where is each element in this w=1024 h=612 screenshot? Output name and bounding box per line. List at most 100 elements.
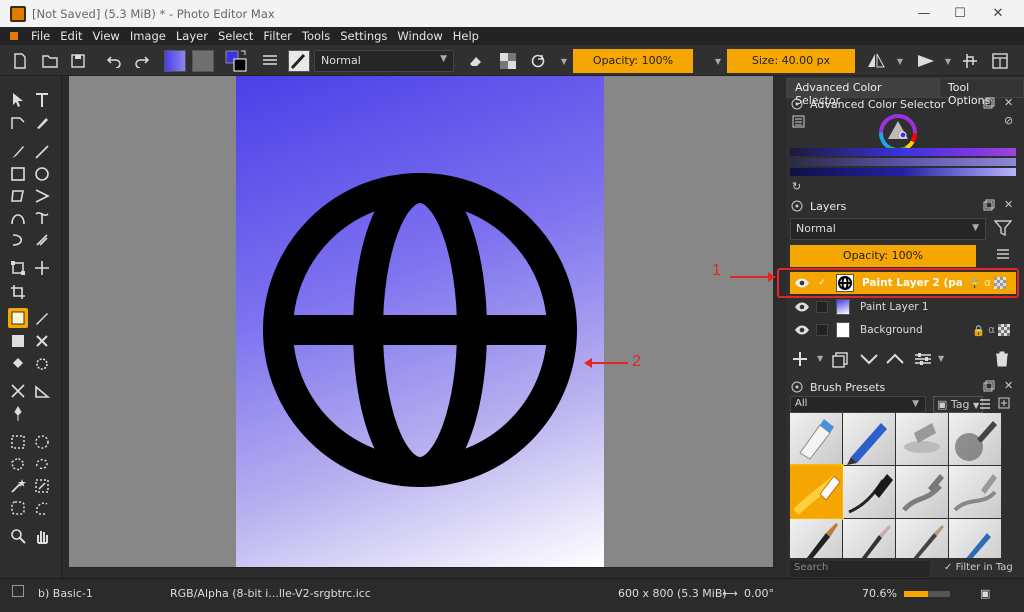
alpha-channel-icon[interactable]: α bbox=[988, 324, 995, 336]
color-reset-icon[interactable]: ⊘ bbox=[1004, 114, 1013, 127]
mirror-h-dropdown-icon[interactable]: ▼ bbox=[890, 51, 910, 71]
polygonal-selection-tool-icon[interactable] bbox=[8, 454, 28, 474]
brush-tool-icon[interactable] bbox=[8, 142, 28, 162]
brush-preset-flat-brush[interactable] bbox=[949, 519, 1001, 558]
similar-color-selection-tool-icon[interactable] bbox=[32, 476, 52, 496]
tab-advanced-color-selector[interactable]: Advanced Color Selector bbox=[786, 78, 939, 107]
calligraphy-tool-icon[interactable] bbox=[32, 113, 52, 133]
color-refresh-icon[interactable]: ↻ bbox=[792, 180, 801, 193]
saturation-bar[interactable] bbox=[790, 158, 1016, 166]
brush-preset-fine-brush[interactable] bbox=[843, 519, 895, 558]
brush-add-icon[interactable] bbox=[998, 397, 1010, 409]
color-panel-close-icon[interactable]: ✕ bbox=[1004, 96, 1013, 109]
edit-shapes-tool-icon[interactable] bbox=[8, 113, 28, 133]
measure-tool-icon[interactable] bbox=[32, 381, 52, 401]
transform-tool-icon[interactable] bbox=[8, 258, 28, 278]
layer-properties-dropdown-icon[interactable]: ▼ bbox=[938, 354, 944, 363]
mirror-horizontal-icon[interactable] bbox=[866, 51, 886, 71]
freehand-selection-tool-icon[interactable] bbox=[32, 454, 52, 474]
layer-checkbox[interactable] bbox=[816, 301, 828, 313]
layer-menu-icon[interactable] bbox=[996, 248, 1010, 260]
alpha-lock-icon[interactable] bbox=[498, 51, 518, 71]
menu-layer[interactable]: Layer bbox=[171, 29, 213, 43]
brush-preset-detail-brush[interactable] bbox=[896, 519, 948, 558]
brush-preset-pencil-blue[interactable] bbox=[843, 413, 895, 465]
enclose-fill-tool-icon[interactable] bbox=[32, 354, 52, 374]
maximize-icon[interactable]: ☐ bbox=[940, 0, 980, 27]
brush-panel-float-icon[interactable] bbox=[983, 380, 995, 392]
line-tool-icon[interactable] bbox=[32, 142, 52, 162]
rectangular-selection-tool-icon[interactable] bbox=[8, 432, 28, 452]
fill-tool-icon[interactable] bbox=[8, 354, 28, 374]
text-tool-icon[interactable] bbox=[32, 90, 52, 110]
pan-tool-icon[interactable] bbox=[32, 526, 52, 546]
canvas-only-icon[interactable]: ▣ bbox=[980, 587, 990, 600]
smart-patch-tool-icon[interactable] bbox=[32, 331, 52, 351]
brush-preset-icon[interactable] bbox=[288, 50, 310, 72]
brush-list-view-icon[interactable] bbox=[979, 398, 991, 410]
menu-edit[interactable]: Edit bbox=[55, 29, 87, 43]
brush-preview-icon[interactable] bbox=[12, 585, 24, 597]
save-icon[interactable] bbox=[68, 51, 88, 71]
layer-properties-icon[interactable] bbox=[914, 352, 932, 366]
fg-bg-color-icon[interactable] bbox=[224, 49, 250, 73]
layer-row-paint-layer-1[interactable]: Paint Layer 1 bbox=[790, 296, 1016, 318]
color-settings-icon[interactable] bbox=[792, 115, 805, 128]
tag-button[interactable]: ▣ Tag ▼ bbox=[933, 396, 984, 413]
ellipse-tool-icon[interactable] bbox=[32, 164, 52, 184]
rectangle-tool-icon[interactable] bbox=[8, 164, 28, 184]
menu-file[interactable]: File bbox=[26, 29, 55, 43]
move-tool-icon[interactable] bbox=[32, 258, 52, 278]
opacity-slider[interactable]: Opacity: 100% bbox=[573, 49, 693, 73]
color-panel-lock-icon[interactable] bbox=[791, 98, 803, 110]
add-layer-icon[interactable] bbox=[792, 351, 808, 367]
polygon-tool-icon[interactable] bbox=[8, 186, 28, 206]
menu-image[interactable]: Image bbox=[125, 29, 171, 43]
tab-tool-options[interactable]: Tool Options bbox=[938, 78, 1024, 107]
vertical-scrollbar[interactable] bbox=[773, 76, 783, 567]
document-canvas[interactable] bbox=[236, 76, 604, 567]
presets-list-icon[interactable] bbox=[260, 51, 280, 71]
brush-preset-marker-selected[interactable] bbox=[790, 464, 844, 520]
visibility-eye-icon[interactable] bbox=[794, 322, 810, 338]
freehand-path-tool-icon[interactable] bbox=[32, 208, 52, 228]
brush-preset-eraser[interactable] bbox=[790, 413, 842, 465]
polyline-tool-icon[interactable] bbox=[32, 186, 52, 206]
brush-preset-round-brush[interactable] bbox=[790, 519, 842, 558]
color-panel-float-icon[interactable] bbox=[983, 97, 995, 109]
menu-help[interactable]: Help bbox=[448, 29, 484, 43]
menu-view[interactable]: View bbox=[88, 29, 125, 43]
magic-wand-tool-icon[interactable] bbox=[8, 476, 28, 496]
mirror-vertical-icon[interactable] bbox=[916, 51, 936, 71]
canvas-viewport[interactable] bbox=[69, 76, 773, 567]
select-shapes-tool-icon[interactable] bbox=[8, 90, 28, 110]
bezier-tool-icon[interactable] bbox=[8, 208, 28, 228]
redo-icon[interactable] bbox=[132, 51, 152, 71]
magnetic-selection-tool-icon[interactable] bbox=[32, 498, 52, 518]
visibility-eye-icon[interactable] bbox=[794, 299, 810, 315]
value-bar[interactable] bbox=[790, 168, 1016, 176]
layers-panel-close-icon[interactable]: ✕ bbox=[1004, 198, 1013, 211]
new-document-icon[interactable] bbox=[10, 51, 30, 71]
pattern-swatch-icon[interactable] bbox=[192, 50, 214, 72]
gradient-swatch-icon[interactable] bbox=[164, 50, 186, 72]
menu-tools[interactable]: Tools bbox=[297, 29, 335, 43]
mirror-v-dropdown-icon[interactable]: ▼ bbox=[938, 51, 958, 71]
dynamic-brush-tool-icon[interactable] bbox=[8, 230, 28, 250]
horizontal-scrollbar[interactable] bbox=[69, 567, 773, 578]
blend-mode-select[interactable]: Normal ▼ bbox=[314, 50, 454, 72]
layer-row-background[interactable]: Background 🔒 α bbox=[790, 319, 1016, 341]
add-layer-dropdown-icon[interactable]: ▼ bbox=[817, 354, 823, 363]
layer-blend-mode-select[interactable]: Normal ▼ bbox=[790, 218, 986, 240]
minimize-icon[interactable]: — bbox=[904, 0, 944, 27]
close-icon[interactable]: ✕ bbox=[978, 0, 1018, 27]
open-folder-icon[interactable] bbox=[40, 51, 60, 71]
opacity-dropdown-icon[interactable]: ▼ bbox=[708, 51, 728, 71]
eraser-icon[interactable] bbox=[466, 51, 486, 71]
color-picker-tool-icon[interactable] bbox=[32, 308, 52, 328]
brush-panel-close-icon[interactable]: ✕ bbox=[1004, 379, 1013, 392]
inherit-alpha-icon[interactable] bbox=[998, 324, 1010, 336]
crop-tool-icon[interactable] bbox=[8, 282, 28, 302]
undo-icon[interactable] bbox=[104, 51, 124, 71]
menu-window[interactable]: Window bbox=[392, 29, 447, 43]
